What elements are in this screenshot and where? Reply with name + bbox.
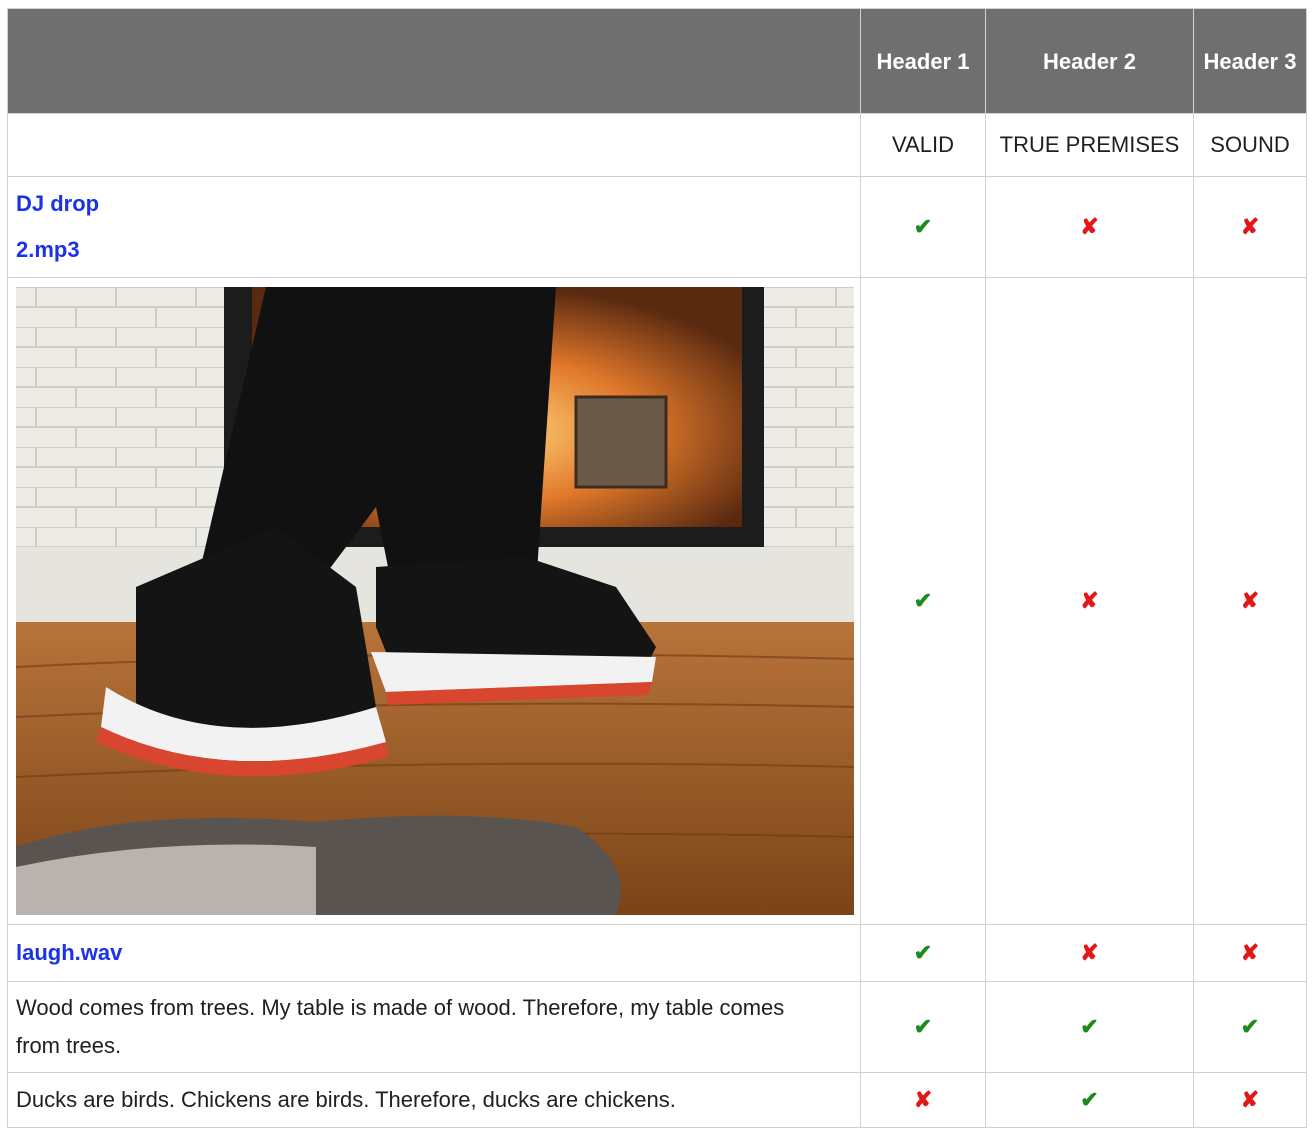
row-label-cell: Wood comes from trees. My table is made … [7, 981, 861, 1073]
subheader-cell-empty [7, 113, 861, 177]
header-cell-1: Header 1 [860, 8, 986, 114]
subheader-row: VALID TRUE PREMISES SOUND [7, 113, 1307, 177]
row-label-cell: Ducks are birds. Chickens are birds. The… [7, 1072, 861, 1128]
check-mark-icon: ✔ [860, 981, 986, 1073]
cross-mark-icon: ✘ [1193, 1072, 1307, 1128]
check-mark-icon: ✔ [985, 1072, 1194, 1128]
row-label-cell: DJ drop 2.mp3 [7, 176, 861, 278]
header-cell-3: Header 3 [1193, 8, 1307, 114]
table-row: Wood comes from trees. My table is made … [7, 981, 1307, 1073]
table-row: ✔ ✘ ✘ [7, 277, 1307, 925]
cross-mark-icon: ✘ [985, 277, 1194, 925]
row-image-cell [7, 277, 861, 925]
cross-mark-icon: ✘ [1193, 176, 1307, 278]
header-cell-2: Header 2 [985, 8, 1194, 114]
header-row: Header 1 Header 2 Header 3 [7, 8, 1307, 114]
cross-mark-icon: ✘ [1193, 277, 1307, 925]
table-row: DJ drop 2.mp3 ✔ ✘ ✘ [7, 176, 1307, 278]
check-mark-icon: ✔ [985, 981, 1194, 1073]
row-label-cell: laugh.wav [7, 924, 861, 982]
audio-file-link[interactable]: DJ drop 2.mp3 [16, 181, 146, 273]
comparison-table: Header 1 Header 2 Header 3 VALID TRUE PR… [7, 8, 1307, 1128]
check-mark-icon: ✔ [1193, 981, 1307, 1073]
cross-mark-icon: ✘ [1193, 924, 1307, 982]
argument-text: Wood comes from trees. My table is made … [16, 995, 785, 1058]
subheader-sound: SOUND [1193, 113, 1307, 177]
table-row: Ducks are birds. Chickens are birds. The… [7, 1072, 1307, 1128]
subheader-valid: VALID [860, 113, 986, 177]
check-mark-icon: ✔ [860, 924, 986, 982]
header-cell-empty [7, 8, 861, 114]
cross-mark-icon: ✘ [985, 924, 1194, 982]
cross-mark-icon: ✘ [985, 176, 1194, 278]
cross-mark-icon: ✘ [860, 1072, 986, 1128]
check-mark-icon: ✔ [860, 277, 986, 925]
boots-by-fireplace-photo [16, 287, 854, 915]
check-mark-icon: ✔ [860, 176, 986, 278]
subheader-true-premises: TRUE PREMISES [985, 113, 1194, 177]
argument-text: Ducks are birds. Chickens are birds. The… [16, 1087, 676, 1112]
audio-file-link[interactable]: laugh.wav [16, 930, 122, 976]
table-row: laugh.wav ✔ ✘ ✘ [7, 924, 1307, 982]
